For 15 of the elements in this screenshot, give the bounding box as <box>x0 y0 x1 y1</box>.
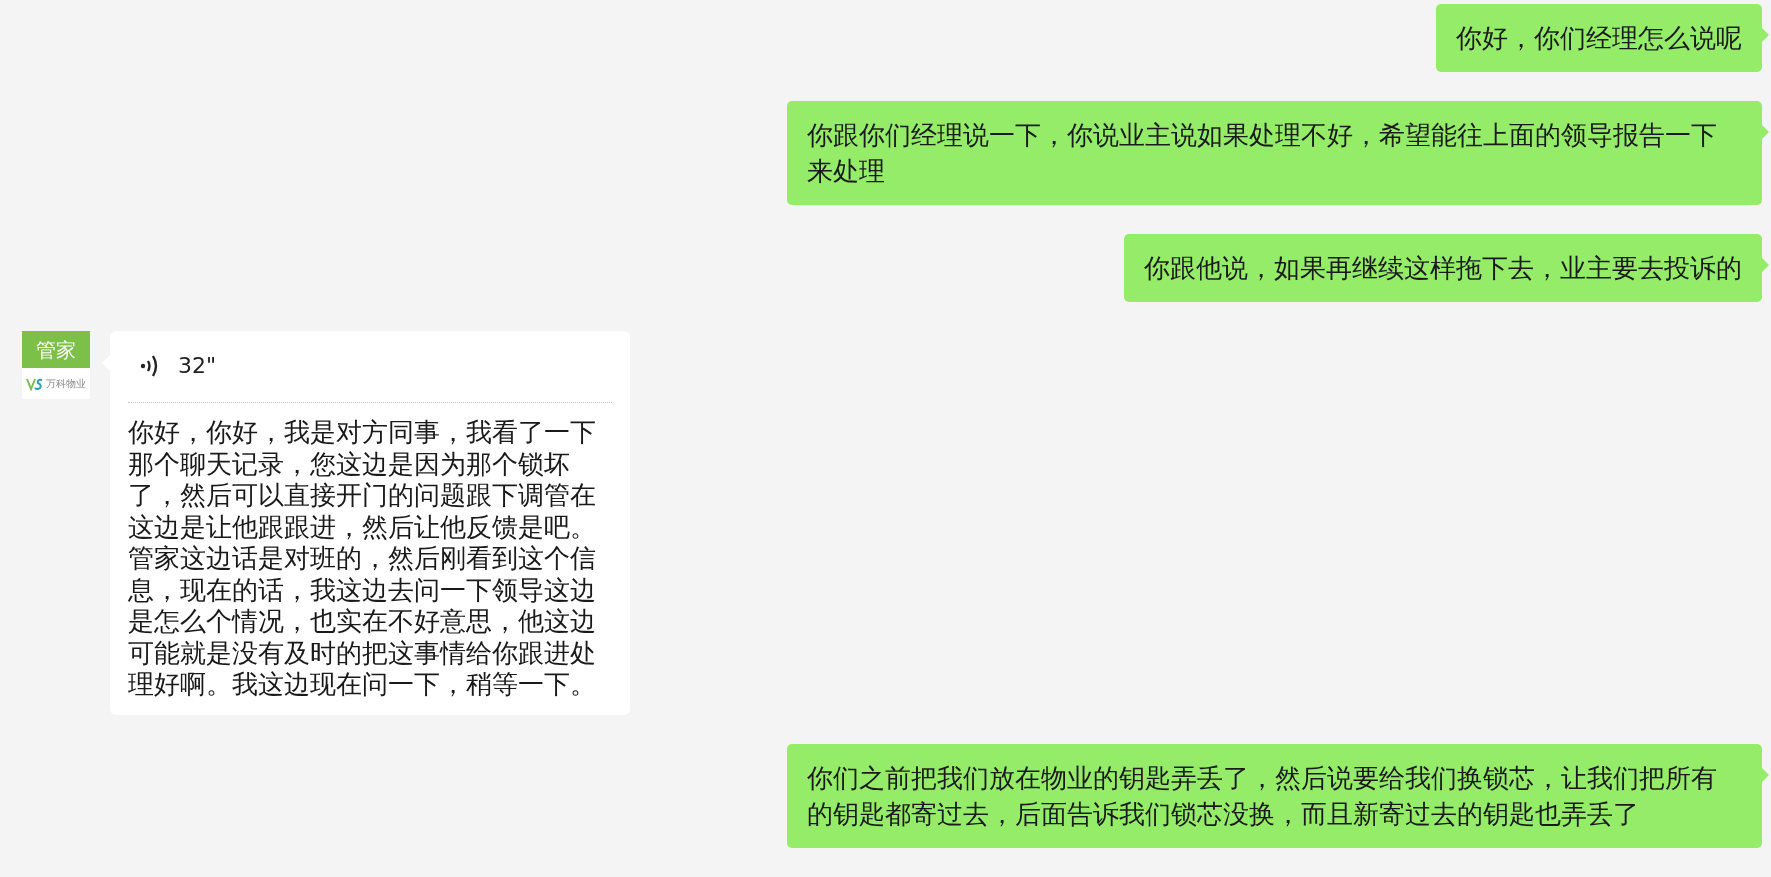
brand-name: 万科物业 <box>46 378 86 389</box>
voice-message[interactable]: 32" 你好，你好，我是对方同事，我看了一下那个聊天记录，您这边是因为那个锁坏了，然后可以直接开门的问题跟下调管在这边是让他跟跟进，然后让他反馈是吧。管家这边话是对班的，然后刚看到这个信息，现在的话，我这边去问一下领导这边是怎么个情况，也实在不好意思，他这边可能就是没有及时的把这事情给你跟进处理好啊。我这边现在问一下，稍等一下。 <box>110 331 630 715</box>
bubble-tail <box>1762 767 1769 782</box>
voice-duration: 32" <box>178 352 217 380</box>
sent-message: 你跟他说，如果再继续这样拖下去，业主要去投诉的 <box>1124 234 1762 302</box>
sent-message: 你跟你们经理说一下，你说业主说如果处理不好，希望能往上面的领导报告一下来处理 <box>787 101 1762 205</box>
logo-icon <box>26 376 44 391</box>
sent-message: 你们之前把我们放在物业的钥匙弄丢了，然后说要给我们换锁芯，让我们把所有的钥匙都寄过去，后面告诉我们锁芯没换，而且新寄过去的钥匙也弄丢了 <box>787 743 1762 848</box>
bubble-tail <box>1762 258 1769 272</box>
bubble-tail <box>1762 125 1769 139</box>
voice-transcript: 你好，你好，我是对方同事，我看了一下那个聊天记录，您这边是因为那个锁坏了，然后可以直接开门的问题跟下调管在这边是让他跟跟进，然后让他反馈是吧。管家这边话是对班的，然后刚看到这个信息，现在的话，我这边去问一下领导这边是怎么个情况，也实在不好意思，他这边可能就是没有及时的把这事情给你跟进处理好啊。我这边现在问一下，稍等一下。 <box>128 416 597 701</box>
bubble-tail <box>1762 28 1769 42</box>
avatar-label: 管家 <box>36 339 76 360</box>
avatar[interactable]: 管家 万科物业 <box>22 331 90 399</box>
sent-message: 你好，你们经理怎么说呢 <box>1436 4 1762 72</box>
